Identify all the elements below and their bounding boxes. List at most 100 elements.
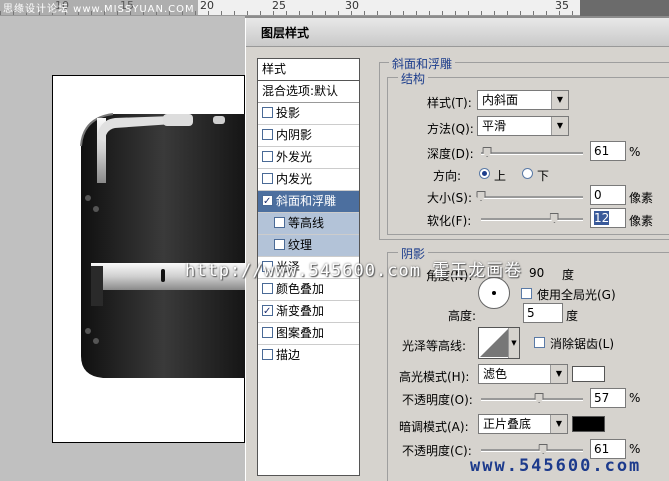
window-background [580,0,669,16]
dialog-titlebar[interactable]: 图层样式 [246,18,669,47]
soften-slider[interactable] [481,213,583,223]
style-item-label: 内发光 [276,172,313,186]
direction-up-radio[interactable] [479,168,490,179]
angle-value[interactable]: 90 [529,266,544,280]
checkbox[interactable] [262,129,273,140]
style-item-label: 渐变叠加 [276,304,325,318]
size-label: 大小(S): [427,191,473,205]
angle-unit: 度 [562,268,575,282]
style-item-label: 等高线 [288,216,325,230]
size-unit: 像素 [629,191,654,205]
style-select[interactable]: 内斜面 ▼ [477,90,569,110]
highlight-opacity-input[interactable]: 57 [590,388,626,408]
chevron-down-icon[interactable]: ▼ [551,91,568,109]
highlight-mode-value: 滤色 [483,367,508,381]
checkbox[interactable] [262,283,273,294]
altitude-label: 高度: [448,309,477,323]
style-item-label: 斜面和浮雕 [276,194,337,208]
shadow-opacity-unit: % [629,442,641,456]
shadow-opacity-label: 不透明度(C): [402,444,472,458]
soften-value: 12 [594,211,610,225]
ruler-tick: 20 [200,0,214,12]
checkbox[interactable] [262,151,273,162]
chevron-down-icon[interactable]: ▼ [550,365,567,383]
altitude-input[interactable]: 5 [523,303,563,323]
soften-unit: 像素 [629,214,654,228]
angle-dial[interactable] [478,277,510,309]
style-item-label: 图案叠加 [276,326,325,340]
chevron-down-icon[interactable]: ▼ [508,328,519,358]
style-item-drop-shadow[interactable]: 投影 [258,103,359,125]
soften-label: 软化(F): [427,214,472,228]
style-item-gradient-overlay[interactable]: 渐变叠加 [258,301,359,323]
style-item-inner-shadow[interactable]: 内阴影 [258,125,359,147]
style-item-label: 描边 [276,348,301,362]
highlight-opacity-slider[interactable] [481,393,583,403]
checkbox[interactable] [262,301,273,322]
highlight-mode-select[interactable]: 滤色 ▼ [478,364,568,384]
style-item-color-overlay[interactable]: 颜色叠加 [258,279,359,301]
direction-down-label: 下 [537,169,550,183]
shadow-opacity-slider[interactable] [481,444,583,454]
style-item-label: 内阴影 [276,128,313,142]
technique-label: 方法(Q): [427,122,474,136]
styles-header[interactable]: 样式 [258,59,359,81]
checkbox[interactable] [274,217,285,228]
shadow-color-swatch[interactable] [572,416,605,432]
highlight-opacity-label: 不透明度(O): [402,393,473,407]
direction-label: 方向: [433,169,462,183]
chevron-down-icon[interactable]: ▼ [551,117,568,135]
shadow-mode-select[interactable]: 正片叠底 ▼ [478,414,568,434]
style-item-pattern-overlay[interactable]: 图案叠加 [258,323,359,345]
watermark-bottom: www.545600.com [470,456,642,476]
soften-input[interactable]: 12 [590,208,626,228]
style-item-stroke[interactable]: 描边 [258,345,359,367]
style-item-texture[interactable]: 纹理 [258,235,359,257]
gloss-contour-picker[interactable]: ▼ [478,327,520,359]
antialias-label: 消除锯齿(L) [550,337,615,351]
depth-label: 深度(D): [427,147,474,161]
checkbox[interactable] [262,191,273,212]
style-item-outer-glow[interactable]: 外发光 [258,147,359,169]
style-item-label: 颜色叠加 [276,282,325,296]
style-item-inner-glow[interactable]: 内发光 [258,169,359,191]
checkbox[interactable] [262,349,273,360]
blend-options[interactable]: 混合选项:默认 [258,81,359,103]
layer-style-dialog: 图层样式 样式 混合选项:默认 投影 内阴影 外发光 内发光 斜面和浮雕 等高线… [245,18,669,481]
style-item-label: 投影 [276,106,301,120]
shadow-mode-value: 正片叠底 [483,417,532,431]
size-input[interactable]: 0 [590,185,626,205]
global-light-label: 使用全局光(G) [537,288,616,302]
ruler-tick: 25 [272,0,286,12]
direction-up-label: 上 [494,169,507,183]
shadow-mode-label: 暗调模式(A): [399,420,469,434]
checkbox[interactable] [262,107,273,118]
highlight-color-swatch[interactable] [572,366,605,382]
highlight-mode-label: 高光模式(H): [399,370,470,384]
watermark-overlay: http://www.545600.com 霍王龙画卷 [185,261,523,281]
checkbox[interactable] [262,173,273,184]
checkbox[interactable] [262,327,273,338]
style-item-label: 外发光 [276,150,313,164]
highlight-opacity-unit: % [629,391,641,405]
depth-input[interactable]: 61 [590,141,626,161]
checkbox[interactable] [274,239,285,250]
gloss-contour-label: 光泽等高线: [402,339,467,353]
ruler-tick: 30 [345,0,359,12]
watermark-top: 思缘设计论坛 www.MISSYUAN.COM [0,0,198,15]
size-slider[interactable] [476,191,583,201]
global-light-checkbox[interactable] [521,288,532,299]
style-item-contour[interactable]: 等高线 [258,213,359,235]
altitude-unit: 度 [566,309,579,323]
style-item-bevel-emboss[interactable]: 斜面和浮雕 [258,191,359,213]
technique-select[interactable]: 平滑 ▼ [477,116,569,136]
depth-unit: % [629,145,641,159]
direction-down-radio[interactable] [522,168,533,179]
dialog-title: 图层样式 [261,26,310,40]
technique-select-value: 平滑 [482,119,507,133]
antialias-checkbox[interactable] [534,337,545,348]
structure-title: 结构 [398,70,429,87]
chevron-down-icon[interactable]: ▼ [550,415,567,433]
depth-slider[interactable] [481,147,583,157]
style-label: 样式(T): [427,96,472,110]
